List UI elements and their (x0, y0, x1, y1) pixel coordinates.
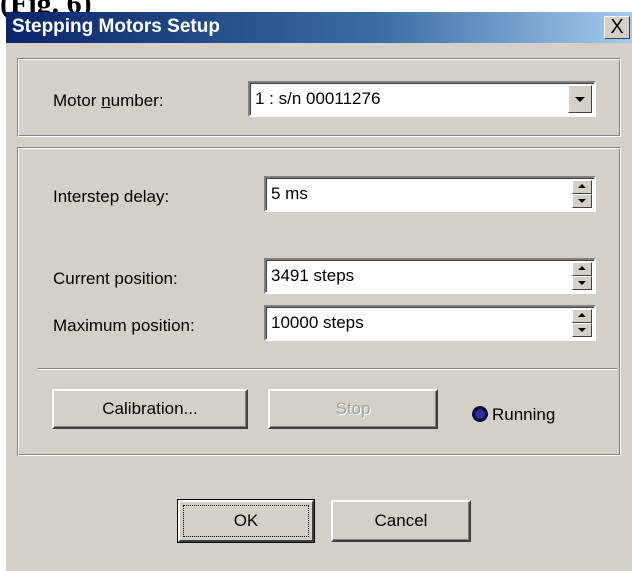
cancel-button-label: Cancel (374, 511, 428, 530)
interstep-delay-value: 5 ms (271, 184, 308, 203)
spin-down-button[interactable] (572, 276, 592, 290)
dialog-window: Stepping Motors Setup X Motor number: 1 … (6, 12, 632, 571)
chevron-down-icon (575, 97, 585, 102)
spin-up-button[interactable] (572, 309, 592, 323)
calibration-button-label: Calibration... (102, 399, 198, 418)
interstep-delay-field[interactable]: 5 ms (264, 176, 596, 212)
cancel-button[interactable]: Cancel (331, 500, 471, 542)
arrow-down-icon (578, 199, 586, 203)
interstep-delay-spinner (572, 180, 592, 208)
arrow-down-icon (578, 328, 586, 332)
group-separator (37, 368, 617, 370)
running-status-label: Running (492, 405, 556, 424)
spin-up-button[interactable] (572, 262, 592, 276)
current-position-value: 3491 steps (271, 266, 355, 285)
maximum-position-field[interactable]: 10000 steps (264, 305, 596, 341)
motor-number-value: 1 : s/n 00011276 (255, 89, 381, 108)
current-position-field[interactable]: 3491 steps (264, 258, 596, 294)
current-position-label: Current position: (53, 269, 178, 288)
maximum-position-value: 10000 steps (271, 313, 364, 332)
arrow-down-icon (578, 281, 586, 285)
stop-button-label: Stop (335, 399, 371, 418)
spin-down-button[interactable] (572, 323, 592, 337)
maximum-position-label: Maximum position: (53, 316, 195, 335)
spin-up-button[interactable] (572, 180, 592, 194)
dropdown-button[interactable] (568, 85, 592, 113)
arrow-up-icon (578, 184, 586, 188)
running-status-icon (472, 406, 488, 422)
close-icon: X (610, 16, 624, 38)
motor-number-label: Motor number: (53, 91, 164, 110)
ok-button[interactable]: OK (177, 499, 315, 543)
calibration-button[interactable]: Calibration... (52, 389, 248, 429)
arrow-up-icon (578, 266, 586, 270)
ok-button-label: OK (233, 511, 259, 530)
interstep-delay-label: Interstep delay: (53, 187, 170, 206)
motor-number-select[interactable]: 1 : s/n 00011276 (248, 81, 596, 117)
maximum-position-spinner (572, 309, 592, 337)
current-position-spinner (572, 262, 592, 290)
motor-number-accelerator: n (101, 91, 111, 110)
arrow-up-icon (578, 313, 586, 317)
spin-down-button[interactable] (572, 194, 592, 208)
title-bar: Stepping Motors Setup X (6, 12, 632, 43)
close-button[interactable]: X (604, 16, 630, 39)
stop-button[interactable]: Stop (268, 389, 438, 429)
window-title: Stepping Motors Setup (12, 16, 220, 37)
